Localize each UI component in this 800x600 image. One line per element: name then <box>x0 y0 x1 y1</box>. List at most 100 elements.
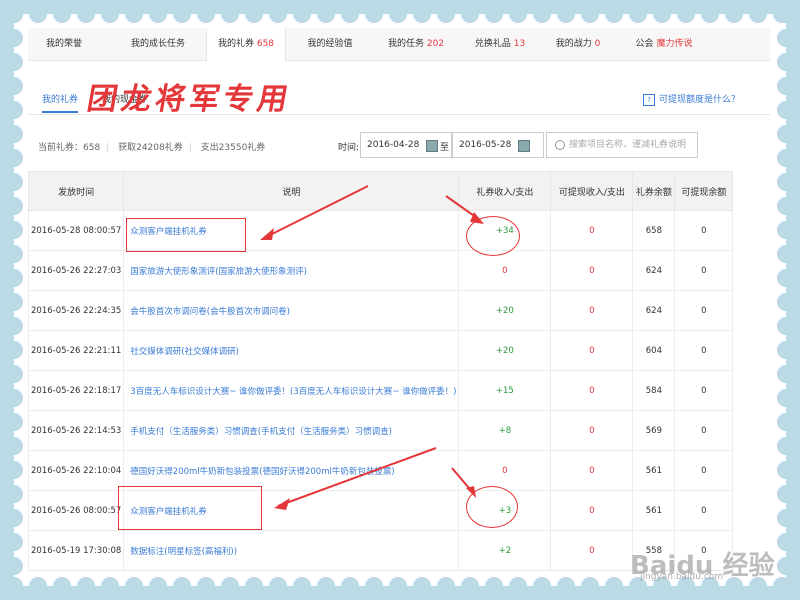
stamp-perforation <box>533 577 551 595</box>
stamp-perforation <box>341 5 359 23</box>
stamp-perforation <box>5 5 23 23</box>
stamp-perforation <box>149 5 167 23</box>
stamp-perforation <box>777 413 795 431</box>
stamp-perforation <box>149 577 167 595</box>
stamp-perforation <box>749 5 767 23</box>
stamp-perforation <box>461 5 479 23</box>
stamp-perforation <box>677 5 695 23</box>
stamp-perforation <box>197 5 215 23</box>
stamp-perforation <box>725 5 743 23</box>
stamp-perforation <box>5 533 23 551</box>
stamp-perforation <box>5 365 23 383</box>
stamp-perforation <box>773 577 791 595</box>
stamp-perforation <box>777 101 795 119</box>
stamp-perforation <box>317 577 335 595</box>
stamp-perforation <box>777 317 795 335</box>
stamp-perforation <box>293 577 311 595</box>
stamp-perforation <box>5 125 23 143</box>
stamp-perforation <box>777 461 795 479</box>
stamp-perforation <box>777 485 795 503</box>
stamp-perforation <box>269 5 287 23</box>
stamp-perforation <box>5 293 23 311</box>
stamp-perforation <box>269 577 287 595</box>
stamp-perforation <box>125 577 143 595</box>
stamp-perforation <box>77 5 95 23</box>
stamp-perforation <box>365 5 383 23</box>
stamp-perforation <box>629 5 647 23</box>
stamp-perforation <box>777 533 795 551</box>
stamp-perforation <box>197 577 215 595</box>
stamp-perforation <box>777 269 795 287</box>
stamp-perforation <box>29 577 47 595</box>
stamp-perforation <box>5 509 23 527</box>
stamp-perforation <box>5 245 23 263</box>
baidu-watermark-url: jingyan.baidu.com <box>640 572 724 582</box>
stamp-perforation <box>777 437 795 455</box>
stamp-perforation <box>101 577 119 595</box>
stamp-perforation <box>581 5 599 23</box>
stamp-perforation <box>5 317 23 335</box>
stamp-perforation <box>317 5 335 23</box>
stamp-perforation <box>437 577 455 595</box>
stamp-perforation <box>777 53 795 71</box>
arrow-head <box>274 498 290 510</box>
stamp-perforation <box>5 77 23 95</box>
stamp-perforation <box>605 5 623 23</box>
stamp-perforation <box>557 577 575 595</box>
arrow-overlay <box>260 185 484 510</box>
stamp-perforation <box>777 173 795 191</box>
stamp-perforation <box>777 5 795 23</box>
stamp-perforation <box>5 29 23 47</box>
stamp-perforation <box>221 577 239 595</box>
stamp-perforation <box>5 173 23 191</box>
stamp-perforation <box>777 509 795 527</box>
stamp-perforation <box>653 5 671 23</box>
stamp-perforation <box>389 5 407 23</box>
stamp-perforation <box>777 149 795 167</box>
stamp-perforation <box>557 5 575 23</box>
stamp-perforation <box>777 293 795 311</box>
stamp-perforation <box>5 101 23 119</box>
stamp-perforation <box>509 5 527 23</box>
stamp-perforation <box>5 485 23 503</box>
stamp-perforation <box>5 389 23 407</box>
stamp-perforation <box>221 5 239 23</box>
stamp-perforation <box>777 221 795 239</box>
stamp-perforation <box>437 5 455 23</box>
stamp-perforation <box>389 577 407 595</box>
stamp-perforation <box>777 77 795 95</box>
arrow-head <box>260 228 274 240</box>
stamp-perforation <box>5 557 23 575</box>
stamp-perforation <box>173 5 191 23</box>
stamp-perforation <box>777 365 795 383</box>
stamp-perforation <box>413 577 431 595</box>
stamp-perforation <box>125 5 143 23</box>
stamp-perforation <box>5 221 23 239</box>
content-panel: 我的荣誉 我的成长任务 我的礼券 658 我的经验值 我的任务 202 兑换礼品… <box>28 28 770 572</box>
stamp-perforation <box>5 341 23 359</box>
stamp-perforation <box>777 245 795 263</box>
stamp-perforation <box>605 577 623 595</box>
stamp-perforation <box>5 437 23 455</box>
stamp-perforation <box>53 5 71 23</box>
stamp-perforation <box>173 577 191 595</box>
stamp-perforation <box>777 197 795 215</box>
arrow-head <box>466 486 476 498</box>
stamp-perforation <box>245 5 263 23</box>
stamp-perforation <box>509 577 527 595</box>
stamp-perforation <box>485 5 503 23</box>
stamp-perforation <box>77 577 95 595</box>
arrow-line <box>263 185 369 239</box>
arrow-line <box>277 447 437 507</box>
stamp-perforation <box>5 577 23 595</box>
stamp-perforation <box>5 269 23 287</box>
stamp-perforation <box>777 29 795 47</box>
stamp-perforation <box>5 461 23 479</box>
stamp-perforation <box>101 5 119 23</box>
stamp-perforation <box>29 5 47 23</box>
stamp-perforation <box>485 577 503 595</box>
stamp-perforation <box>245 577 263 595</box>
stamp-perforation <box>777 557 795 575</box>
stamp-perforation <box>53 577 71 595</box>
stamp-perforation <box>777 125 795 143</box>
